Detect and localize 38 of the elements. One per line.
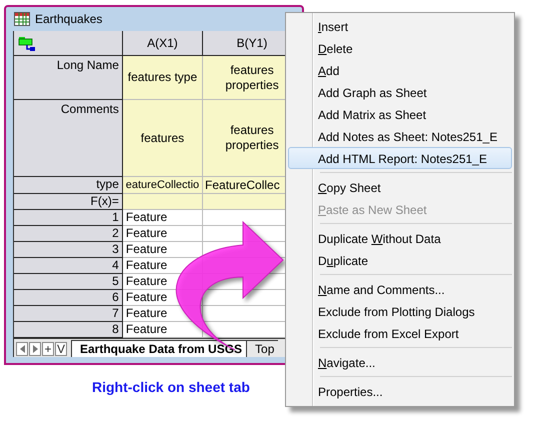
- menu-item[interactable]: Exclude from Excel Export: [288, 322, 512, 344]
- nav-button[interactable]: V: [55, 342, 67, 356]
- menu-item[interactable]: Add HTML Report: Notes251_E: [288, 147, 512, 169]
- row-number: 8: [14, 322, 123, 338]
- folder-icon: [18, 35, 36, 51]
- row-number: 1: [14, 210, 123, 226]
- row-label: F(x)=: [14, 194, 123, 210]
- sheet-tab[interactable]: Earthquake Data from USGS: [71, 340, 246, 357]
- menu-item[interactable]: Exclude from Plotting Dialogs: [288, 300, 512, 322]
- row-number: 5: [14, 274, 123, 290]
- sheet-tab[interactable]: Top: [246, 340, 278, 357]
- table-cell: eatureCollectio: [122, 177, 204, 194]
- table-cell: Feature: [122, 226, 204, 242]
- right-arrow-icon: [32, 345, 38, 353]
- column-header[interactable]: A(X1): [122, 31, 204, 56]
- caption: Right-click on sheet tab: [92, 379, 250, 395]
- table-cell: Feature: [122, 210, 204, 226]
- row-number: 2: [14, 226, 123, 242]
- nav-button[interactable]: +: [42, 342, 54, 356]
- menu-item[interactable]: Navigate...: [288, 351, 512, 373]
- left-arrow-icon: [20, 345, 24, 353]
- row-number: 3: [14, 242, 123, 258]
- menu-item[interactable]: Name and Comments...: [288, 278, 512, 300]
- window-title: Earthquakes: [35, 12, 102, 26]
- menu-item[interactable]: Properties...: [288, 380, 512, 402]
- menu-item[interactable]: Duplicate: [288, 249, 512, 271]
- row-label: Comments: [14, 100, 123, 177]
- row-number: 7: [14, 306, 123, 322]
- menu-item[interactable]: Duplicate Without Data: [288, 227, 512, 249]
- row-label: type: [14, 177, 123, 194]
- row-number: 6: [14, 290, 123, 306]
- table-cell: features type: [122, 56, 204, 100]
- row-label: Long Name: [14, 56, 123, 100]
- nav-button[interactable]: [29, 342, 41, 356]
- row-number: 4: [14, 258, 123, 274]
- nav-button[interactable]: [16, 342, 28, 356]
- table-cell: features: [122, 100, 204, 177]
- worksheet-icon: [14, 12, 30, 26]
